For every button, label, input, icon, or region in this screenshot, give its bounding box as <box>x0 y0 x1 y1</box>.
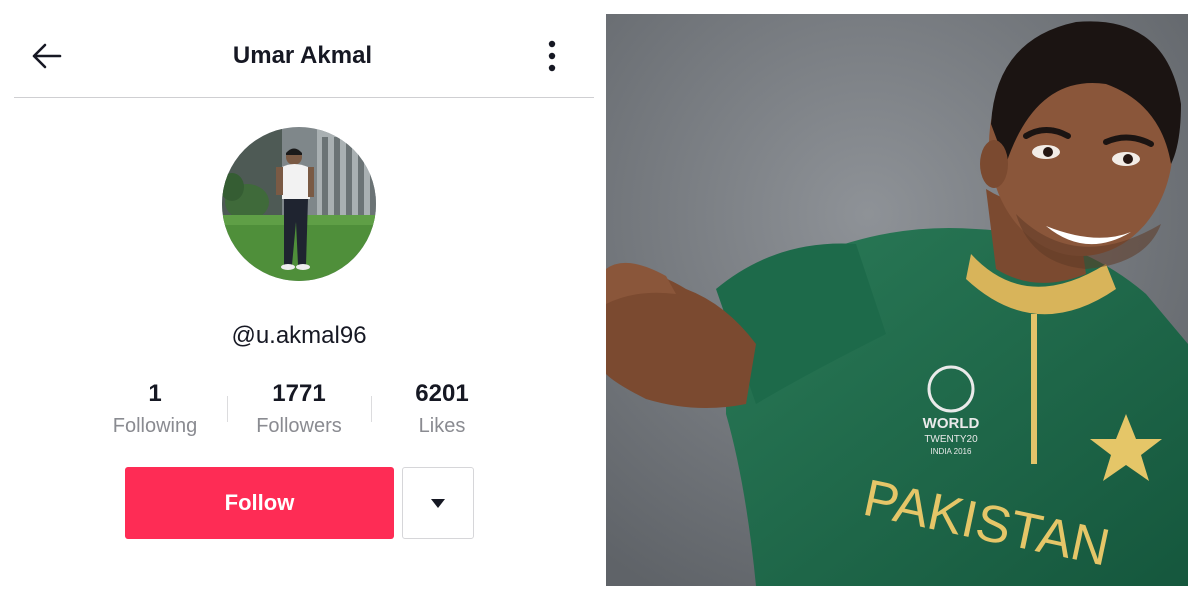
follow-button[interactable]: Follow <box>125 467 394 539</box>
avatar[interactable] <box>222 127 376 281</box>
likes-count: 6201 <box>415 380 469 407</box>
profile-header: Umar Akmal <box>0 0 605 98</box>
badge-line1: WORLD <box>923 415 980 432</box>
page-title: Umar Akmal <box>232 42 373 69</box>
suggestions-dropdown-button[interactable] <box>402 467 474 539</box>
followers-count: 1771 <box>272 380 326 407</box>
player-photo-illustration: WORLD TWENTY20 INDIA 2016 PAKISTAN <box>606 14 1188 586</box>
username-handle: @u.akmal96 <box>231 322 367 349</box>
stat-following[interactable]: 1 Following <box>75 378 235 440</box>
profile-panel: Umar Akmal @u.akmal96 1 Following 1771 F… <box>0 0 605 600</box>
badge-line2: TWENTY20 <box>924 434 978 445</box>
likes-label: Likes <box>418 415 466 437</box>
stat-followers[interactable]: 1771 Followers <box>219 378 379 440</box>
player-photo: WORLD TWENTY20 INDIA 2016 PAKISTAN <box>606 14 1188 586</box>
following-label: Following <box>112 415 198 437</box>
caret-down-icon <box>431 498 445 508</box>
header-divider <box>14 97 594 98</box>
more-options-button[interactable] <box>535 36 569 76</box>
followers-label: Followers <box>256 415 342 437</box>
badge-line3: INDIA 2016 <box>931 447 972 456</box>
vertical-dots-icon <box>548 40 556 72</box>
stat-likes[interactable]: 6201 Likes <box>362 378 522 440</box>
following-count: 1 <box>148 380 162 407</box>
avatar-photo <box>222 127 376 281</box>
